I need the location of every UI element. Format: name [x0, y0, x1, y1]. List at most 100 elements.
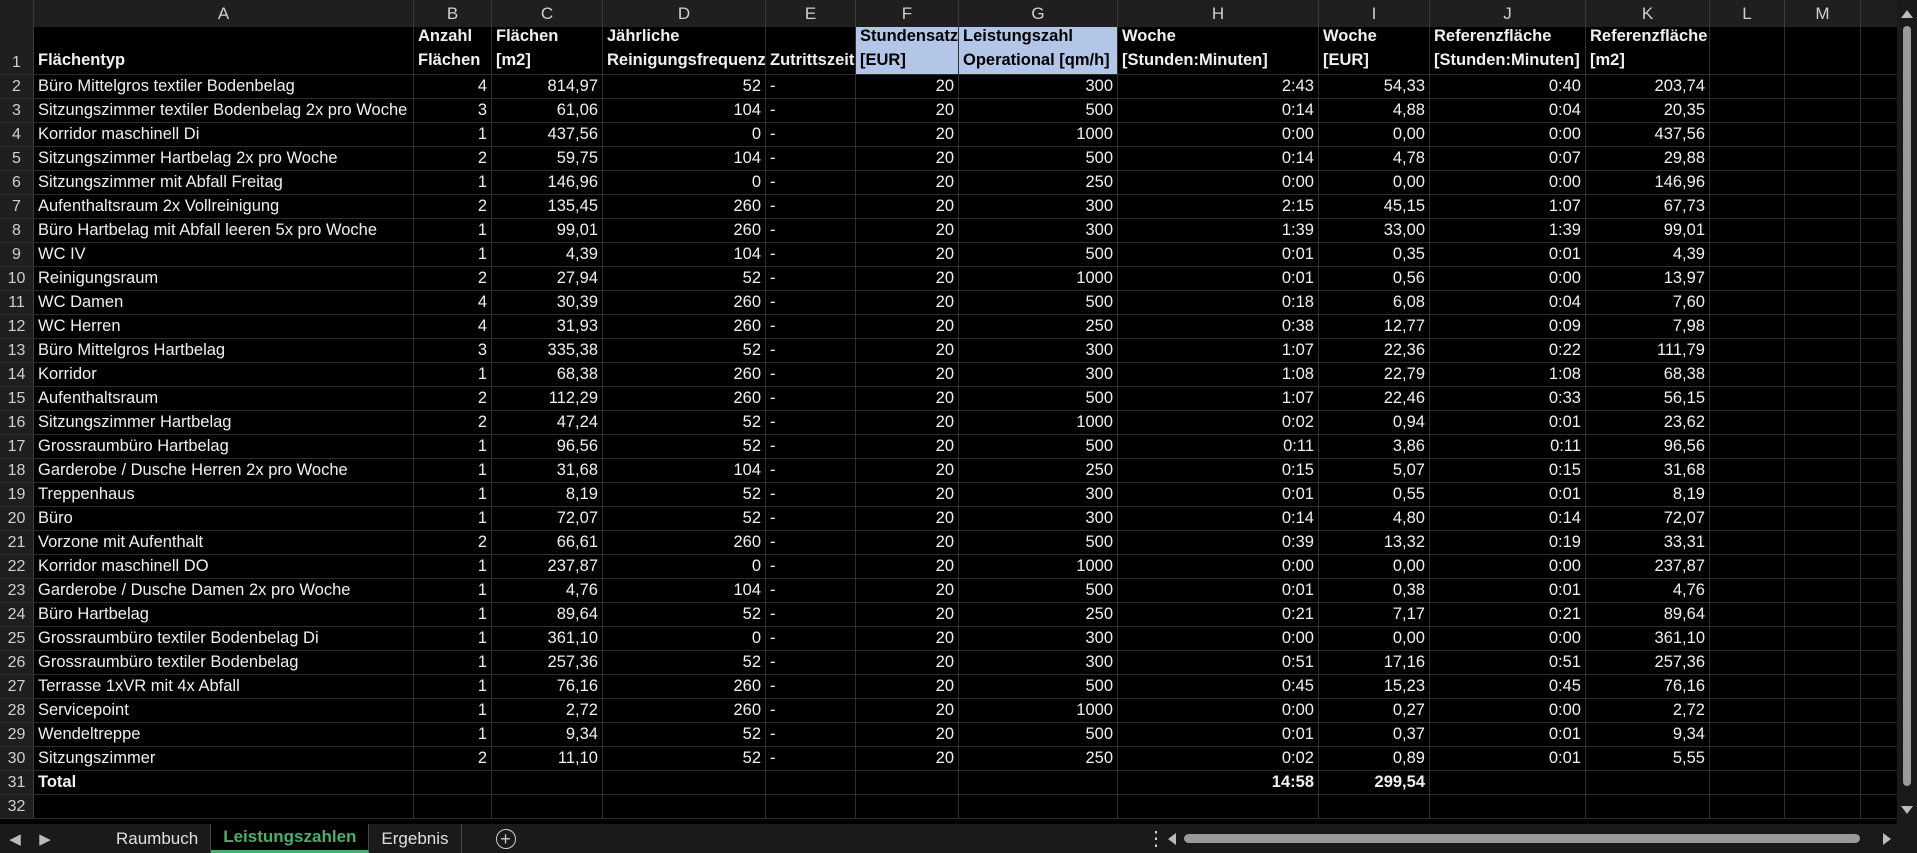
scroll-down-arrow-icon[interactable] [1901, 806, 1913, 814]
row-header[interactable]: 23 [0, 579, 34, 602]
cell-b[interactable]: 1 [414, 123, 492, 146]
sheet-tab-ergebnis[interactable]: Ergebnis [369, 824, 462, 853]
cell-b[interactable]: 3 [414, 99, 492, 122]
cell-l[interactable] [1710, 315, 1785, 338]
column-header-h[interactable]: H [1118, 0, 1319, 27]
cell-d[interactable]: 52 [603, 747, 766, 770]
cell-h[interactable]: 0:14 [1118, 99, 1319, 122]
cell-j[interactable]: 0:00 [1430, 267, 1586, 290]
cell-i[interactable]: 4,88 [1319, 99, 1430, 122]
cell-d[interactable]: 260 [603, 387, 766, 410]
cell-m[interactable] [1785, 267, 1861, 290]
cell-b[interactable]: Anzahl Flächen [414, 27, 492, 74]
cell-a[interactable]: Korridor maschinell Di [34, 123, 414, 146]
cell-i[interactable]: 22,79 [1319, 363, 1430, 386]
cell-g[interactable]: 500 [959, 675, 1118, 698]
cell-j[interactable]: 0:01 [1430, 483, 1586, 506]
cell-k[interactable] [1586, 771, 1710, 794]
cell-e[interactable]: - [766, 507, 856, 530]
cell-f[interactable]: 20 [856, 75, 959, 98]
cell-j[interactable]: 0:04 [1430, 291, 1586, 314]
cell-a[interactable]: WC Damen [34, 291, 414, 314]
cell-g[interactable]: 250 [959, 603, 1118, 626]
cell-c[interactable]: 8,19 [492, 483, 603, 506]
cell-m[interactable] [1785, 579, 1861, 602]
cell-b[interactable]: 1 [414, 243, 492, 266]
cell-f[interactable]: 20 [856, 147, 959, 170]
cell-k[interactable]: 89,64 [1586, 603, 1710, 626]
cell-j[interactable]: 0:00 [1430, 699, 1586, 722]
cell-e[interactable]: - [766, 99, 856, 122]
cell-a[interactable]: Garderobe / Dusche Herren 2x pro Woche [34, 459, 414, 482]
column-header-b[interactable]: B [414, 0, 492, 27]
cell-c[interactable]: 76,16 [492, 675, 603, 698]
cell-a[interactable]: WC Herren [34, 315, 414, 338]
cell-l[interactable] [1710, 579, 1785, 602]
cell-g[interactable]: Leistungszahl Operational [qm/h] [959, 27, 1118, 74]
cell-d[interactable]: 260 [603, 219, 766, 242]
cell-f[interactable]: 20 [856, 195, 959, 218]
cell-l[interactable] [1710, 387, 1785, 410]
cell-c[interactable]: 96,56 [492, 435, 603, 458]
column-header-j[interactable]: J [1430, 0, 1586, 27]
cell-e[interactable]: Zutrittszeit [766, 27, 856, 74]
cell-l[interactable] [1710, 723, 1785, 746]
cell-g[interactable] [959, 771, 1118, 794]
cell-m[interactable] [1785, 411, 1861, 434]
cell-f[interactable]: 20 [856, 675, 959, 698]
cell-b[interactable]: 2 [414, 531, 492, 554]
column-header-f[interactable]: F [856, 0, 959, 27]
cell-j[interactable]: 0:00 [1430, 171, 1586, 194]
column-header-a[interactable]: A [34, 0, 414, 27]
cell-f[interactable]: 20 [856, 651, 959, 674]
cell-b[interactable] [414, 771, 492, 794]
cell-l[interactable] [1710, 147, 1785, 170]
cell-i[interactable]: 0,38 [1319, 579, 1430, 602]
cell-a[interactable]: Sitzungszimmer textiler Bodenbelag 2x pr… [34, 99, 414, 122]
cell-h[interactable]: 2:43 [1118, 75, 1319, 98]
cell-h[interactable]: 0:00 [1118, 699, 1319, 722]
cell-f[interactable]: 20 [856, 315, 959, 338]
cell-c[interactable]: 89,64 [492, 603, 603, 626]
cell-g[interactable]: 250 [959, 459, 1118, 482]
cell-i[interactable]: 22,46 [1319, 387, 1430, 410]
column-header-m[interactable]: M [1785, 0, 1861, 27]
cell-c[interactable]: 68,38 [492, 363, 603, 386]
cell-d[interactable]: 260 [603, 363, 766, 386]
cell-b[interactable]: 2 [414, 147, 492, 170]
cell-f[interactable]: Stundensatz [EUR] [856, 27, 959, 74]
cell-h[interactable]: 1:08 [1118, 363, 1319, 386]
cell-m[interactable] [1785, 555, 1861, 578]
row-header[interactable]: 15 [0, 387, 34, 410]
cell-j[interactable]: 1:39 [1430, 219, 1586, 242]
cell-l[interactable] [1710, 699, 1785, 722]
cell-k[interactable]: 4,39 [1586, 243, 1710, 266]
cell-h[interactable]: 0:01 [1118, 267, 1319, 290]
cell-i[interactable]: 0,00 [1319, 627, 1430, 650]
cell-i[interactable]: 0,37 [1319, 723, 1430, 746]
cell-m[interactable] [1785, 243, 1861, 266]
cell-a[interactable]: Reinigungsraum [34, 267, 414, 290]
cell-c[interactable]: 30,39 [492, 291, 603, 314]
cell-j[interactable]: 0:04 [1430, 99, 1586, 122]
cell-a[interactable]: Servicepoint [34, 699, 414, 722]
cell-j[interactable]: 0:00 [1430, 627, 1586, 650]
cell-k[interactable] [1586, 795, 1710, 818]
cell-i[interactable]: 4,80 [1319, 507, 1430, 530]
cell-f[interactable]: 20 [856, 411, 959, 434]
cell-g[interactable]: 1000 [959, 411, 1118, 434]
cell-j[interactable]: 0:22 [1430, 339, 1586, 362]
cell-k[interactable]: 99,01 [1586, 219, 1710, 242]
cell-g[interactable] [959, 795, 1118, 818]
row-header[interactable]: 19 [0, 483, 34, 506]
cell-d[interactable]: 104 [603, 147, 766, 170]
cell-b[interactable]: 1 [414, 459, 492, 482]
cell-b[interactable]: 3 [414, 339, 492, 362]
cell-d[interactable]: 52 [603, 75, 766, 98]
cell-m[interactable] [1785, 531, 1861, 554]
cell-e[interactable]: - [766, 387, 856, 410]
cell-m[interactable] [1785, 675, 1861, 698]
cell-c[interactable]: 66,61 [492, 531, 603, 554]
cell-d[interactable]: 104 [603, 99, 766, 122]
cell-l[interactable] [1710, 459, 1785, 482]
